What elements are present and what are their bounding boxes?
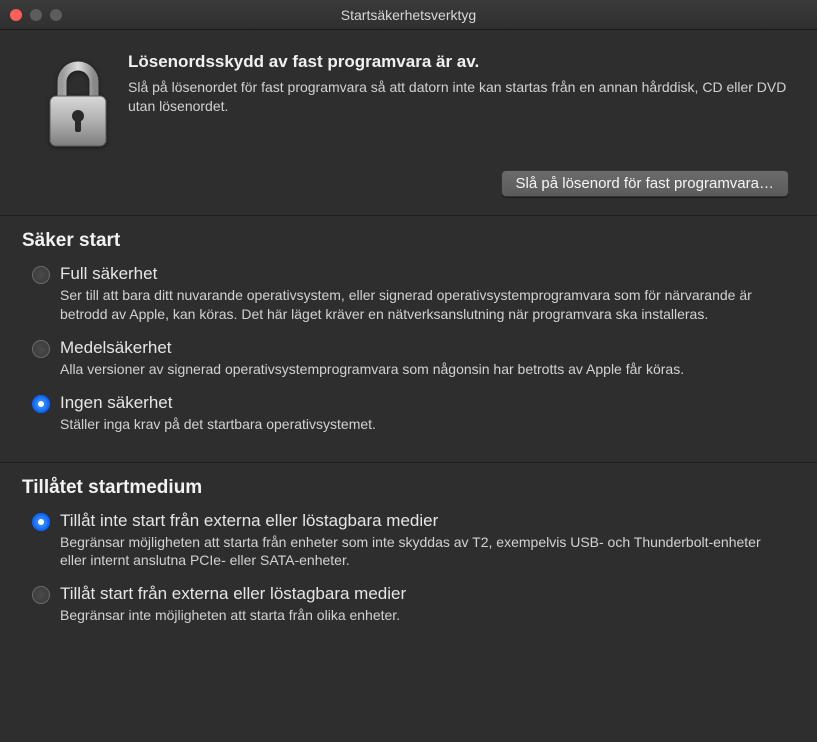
minimize-icon	[30, 9, 42, 21]
secure-boot-option-medium[interactable]: Medelsäkerhet Alla versioner av signerad…	[22, 334, 795, 389]
radio-button[interactable]	[32, 395, 50, 413]
option-description: Alla versioner av signerad operativsyste…	[60, 360, 795, 379]
option-label: Tillåt start från externa eller löstagba…	[60, 584, 795, 604]
maximize-icon	[50, 9, 62, 21]
secure-boot-heading: Säker start	[22, 230, 795, 252]
radio-button[interactable]	[32, 340, 50, 358]
firmware-heading: Lösenordsskydd av fast programvara är av…	[128, 52, 789, 72]
boot-media-option-allow[interactable]: Tillåt start från externa eller löstagba…	[22, 580, 795, 635]
secure-boot-option-none[interactable]: Ingen säkerhet Ställer inga krav på det …	[22, 389, 795, 444]
option-description: Ser till att bara ditt nuvarande operati…	[60, 286, 795, 324]
allowed-boot-media-section: Tillåtet startmedium Tillåt inte start f…	[0, 463, 817, 654]
secure-boot-option-full[interactable]: Full säkerhet Ser till att bara ditt nuv…	[22, 260, 795, 334]
radio-button[interactable]	[32, 266, 50, 284]
option-description: Begränsar möjligheten att starta från en…	[60, 533, 795, 571]
boot-media-option-disallow[interactable]: Tillåt inte start från externa eller lös…	[22, 507, 795, 581]
close-icon[interactable]	[10, 9, 22, 21]
option-label: Medelsäkerhet	[60, 338, 795, 358]
option-label: Full säkerhet	[60, 264, 795, 284]
lock-icon	[28, 52, 128, 152]
option-description: Begränsar inte möjligheten att starta fr…	[60, 606, 795, 625]
titlebar: Startsäkerhetsverktyg	[0, 0, 817, 30]
radio-button[interactable]	[32, 586, 50, 604]
allowed-boot-media-heading: Tillåtet startmedium	[22, 477, 795, 499]
window-title: Startsäkerhetsverktyg	[0, 7, 817, 23]
option-label: Ingen säkerhet	[60, 393, 795, 413]
option-label: Tillåt inte start från externa eller lös…	[60, 511, 795, 531]
firmware-description: Slå på lösenordet för fast programvara s…	[128, 78, 789, 116]
option-description: Ställer inga krav på det startbara opera…	[60, 415, 795, 434]
secure-boot-section: Säker start Full säkerhet Ser till att b…	[0, 216, 817, 463]
firmware-password-section: Lösenordsskydd av fast programvara är av…	[0, 30, 817, 216]
radio-button[interactable]	[32, 513, 50, 531]
enable-firmware-password-button[interactable]: Slå på lösenord för fast programvara…	[501, 170, 789, 197]
window-controls	[10, 9, 62, 21]
